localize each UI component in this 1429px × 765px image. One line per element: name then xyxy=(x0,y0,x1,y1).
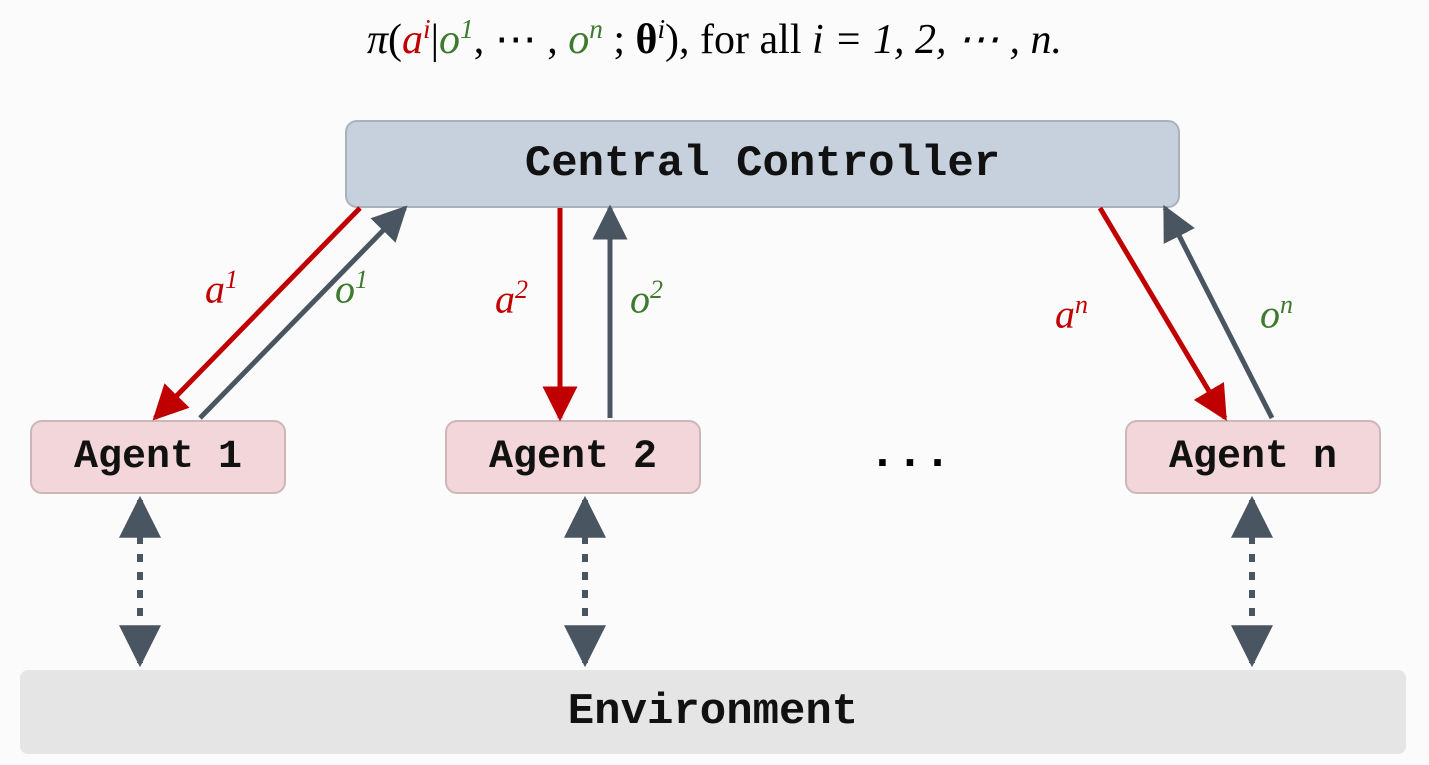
label-o1: o1 xyxy=(335,265,368,312)
theta: θ xyxy=(636,17,658,63)
action-a: a xyxy=(402,17,423,63)
sep: ; xyxy=(603,17,636,63)
edge-action-n xyxy=(1100,208,1225,418)
obs-sup-1: 1 xyxy=(460,14,474,44)
action-sup-i: i xyxy=(423,14,431,44)
central-controller-label: Central Controller xyxy=(525,139,1000,189)
central-controller-node: Central Controller xyxy=(345,120,1180,208)
environment-node: Environment xyxy=(20,670,1406,754)
label-a1: a1 xyxy=(205,265,238,312)
marl-architecture-diagram: π(ai|o1, ⋯ , on ; θi), for all i = 1, 2,… xyxy=(0,0,1429,765)
agent-1-label: Agent 1 xyxy=(74,435,242,480)
edge-obs-1 xyxy=(200,208,405,418)
edge-action-1 xyxy=(155,208,360,418)
obs-on: o xyxy=(568,17,589,63)
agent-n-label: Agent n xyxy=(1169,435,1337,480)
agent-1-node: Agent 1 xyxy=(30,420,286,494)
lparen: ( xyxy=(388,17,402,63)
obs-sup-n: n xyxy=(589,14,603,44)
label-o2: o2 xyxy=(630,275,663,322)
agents-ellipsis: ... xyxy=(850,428,970,480)
agent-2-label: Agent 2 xyxy=(489,435,657,480)
agent-2-node: Agent 2 xyxy=(445,420,701,494)
label-an: an xyxy=(1055,290,1088,337)
cond-bar: | xyxy=(431,17,439,63)
obs-o1: o xyxy=(439,17,460,63)
environment-label: Environment xyxy=(568,687,858,737)
label-a2: a2 xyxy=(495,275,528,322)
rparen: ) xyxy=(665,17,679,63)
edge-obs-n xyxy=(1165,208,1272,418)
agent-n-node: Agent n xyxy=(1125,420,1381,494)
label-on: on xyxy=(1260,290,1293,337)
theta-sup-i: i xyxy=(657,14,665,44)
arrows-layer xyxy=(0,0,1429,765)
i-range: i = 1, 2, ⋯ , n. xyxy=(812,17,1062,63)
tail-text: , for all xyxy=(679,17,812,63)
comma-ell: , ⋯ , xyxy=(474,17,569,63)
policy-formula: π(ai|o1, ⋯ , on ; θi), for all i = 1, 2,… xyxy=(0,14,1429,64)
pi-symbol: π xyxy=(367,17,388,63)
